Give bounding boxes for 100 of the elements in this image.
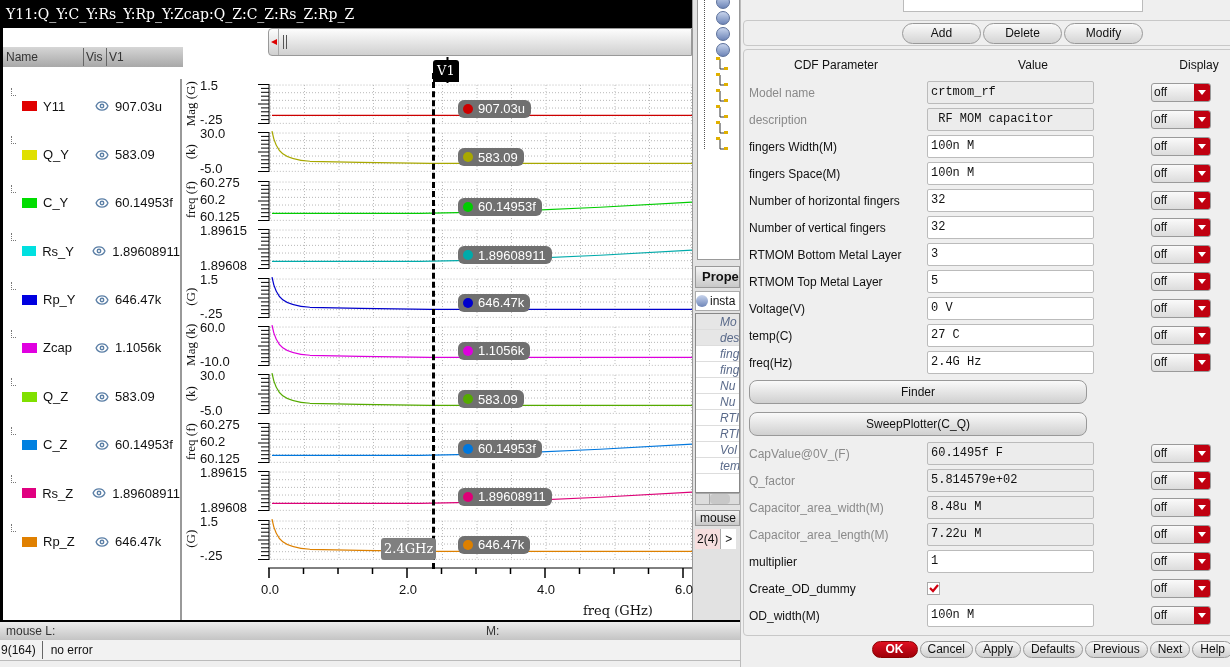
visibility-eye-icon[interactable] xyxy=(95,438,109,452)
dialog-button[interactable]: Next xyxy=(1149,640,1191,658)
display-dropdown[interactable]: off xyxy=(1151,606,1211,625)
trace-value: 1.89608911 xyxy=(112,242,180,261)
display-dropdown[interactable]: off xyxy=(1151,579,1211,598)
property-item[interactable]: Mo xyxy=(696,314,739,330)
tick-label: 1.89615 xyxy=(200,466,248,481)
value-field[interactable]: 60.1495f F xyxy=(927,442,1094,465)
status-message: no error xyxy=(49,642,93,659)
dialog-button[interactable]: Previous xyxy=(1084,640,1148,658)
value-field[interactable]: RF MOM capacitor xyxy=(927,108,1094,131)
value-field[interactable]: 100n M xyxy=(927,604,1094,627)
object-icon[interactable] xyxy=(716,43,730,57)
display-dropdown[interactable]: off xyxy=(1151,471,1211,490)
value-field[interactable]: 0 V xyxy=(927,297,1094,320)
display-dropdown[interactable]: off xyxy=(1151,191,1211,210)
dialog-button[interactable]: Help xyxy=(1192,640,1230,658)
display-dropdown[interactable]: off xyxy=(1151,299,1211,318)
tick-label: 60.2 xyxy=(200,435,227,449)
tick-label: 60.0 xyxy=(200,321,227,336)
property-item[interactable]: Nu xyxy=(696,378,739,394)
tree-connector-icon xyxy=(11,426,16,435)
scroll-bar[interactable] xyxy=(268,28,692,56)
dialog-button[interactable]: Cancel xyxy=(919,640,973,658)
visibility-eye-icon[interactable] xyxy=(92,486,107,501)
display-dropdown[interactable]: off xyxy=(1151,525,1211,544)
next-page-button[interactable]: > xyxy=(720,529,737,549)
property-item[interactable]: Nu xyxy=(696,394,739,410)
property-item[interactable]: RTI xyxy=(696,426,739,442)
ok-button[interactable]: OK xyxy=(871,640,918,658)
pin-icon[interactable] xyxy=(716,137,728,151)
cursor-label[interactable]: V1 xyxy=(433,60,459,82)
dialog-button[interactable]: Defaults xyxy=(1022,640,1083,658)
mouse-status: M: xyxy=(486,623,500,640)
display-dropdown[interactable]: off xyxy=(1151,353,1211,372)
display-dropdown[interactable]: off xyxy=(1151,218,1211,237)
display-dropdown[interactable]: off xyxy=(1151,272,1211,291)
display-dropdown[interactable]: off xyxy=(1151,245,1211,264)
trace-name: Rs_Z xyxy=(42,484,75,503)
property-item[interactable]: fing xyxy=(696,346,739,362)
value-field[interactable]: 5.814579e+02 xyxy=(927,469,1094,492)
pin-icon[interactable] xyxy=(716,73,728,87)
display-dropdown[interactable]: off xyxy=(1151,498,1211,517)
visibility-eye-icon[interactable] xyxy=(95,534,109,549)
pin-icon[interactable] xyxy=(716,57,728,71)
axis-ruler-icon xyxy=(258,519,270,560)
pin-icon[interactable] xyxy=(716,121,728,135)
grip-icon[interactable] xyxy=(283,35,287,49)
property-item[interactable]: Vol xyxy=(696,442,739,458)
display-dropdown[interactable]: off xyxy=(1151,552,1211,571)
display-dropdown[interactable]: off xyxy=(1151,326,1211,345)
trace-value: 60.14953f xyxy=(115,436,173,455)
pin-icon[interactable] xyxy=(716,105,728,119)
visibility-eye-icon[interactable] xyxy=(95,196,109,211)
value-field[interactable]: 32 xyxy=(927,189,1094,212)
visibility-eye-icon[interactable] xyxy=(95,292,109,307)
value-field[interactable]: 3 xyxy=(927,243,1094,266)
form-button[interactable]: SweepPlotter(C_Q) xyxy=(749,412,1087,436)
display-dropdown[interactable]: off xyxy=(1151,164,1211,183)
visibility-eye-icon[interactable] xyxy=(95,341,109,356)
arrow-left-icon[interactable] xyxy=(269,29,279,55)
display-dropdown[interactable]: off xyxy=(1151,137,1211,156)
visibility-eye-icon[interactable] xyxy=(92,244,107,259)
value-field[interactable]: 32 xyxy=(927,216,1094,239)
action-button[interactable]: Modify xyxy=(1064,22,1143,44)
action-button[interactable]: Delete xyxy=(983,22,1062,44)
value-field[interactable]: 1 xyxy=(927,550,1094,573)
value-field[interactable]: 8.48u M xyxy=(927,496,1094,519)
property-item[interactable]: tem xyxy=(696,458,739,474)
value-field[interactable]: 7.22u M xyxy=(927,523,1094,546)
value-field[interactable]: 2.4G Hz xyxy=(927,351,1094,374)
value-field[interactable]: 27 C xyxy=(927,324,1094,347)
checkbox[interactable] xyxy=(927,582,940,595)
x-axis-title: freq (GHz) xyxy=(583,602,653,620)
visibility-eye-icon[interactable] xyxy=(95,99,109,114)
value-field[interactable]: crtmom_rf xyxy=(927,81,1094,104)
display-dropdown[interactable]: off xyxy=(1151,444,1211,463)
object-icon[interactable] xyxy=(716,11,730,25)
property-item[interactable]: fing xyxy=(696,362,739,378)
action-button[interactable]: Add xyxy=(902,22,981,44)
axis-ruler-icon xyxy=(258,84,270,125)
panel-tab[interactable]: Prope xyxy=(695,266,740,288)
visibility-eye-icon[interactable] xyxy=(95,389,109,404)
trace-name: C_Y xyxy=(43,194,70,213)
trace-name: Rs_Y xyxy=(42,242,75,261)
display-dropdown[interactable]: off xyxy=(1151,83,1211,102)
marker-label: 60.14953f xyxy=(458,197,542,216)
object-icon[interactable] xyxy=(716,27,730,41)
property-item[interactable]: des xyxy=(696,330,739,346)
property-item[interactable]: RTI xyxy=(696,410,739,426)
value-field[interactable]: 5 xyxy=(927,270,1094,293)
value-field[interactable]: 100n M xyxy=(927,162,1094,185)
value-field[interactable]: 100n M xyxy=(927,135,1094,158)
scroll-bar[interactable] xyxy=(695,493,740,505)
display-dropdown[interactable]: off xyxy=(1151,110,1211,129)
panel-tab[interactable]: mouse xyxy=(695,510,740,526)
form-button[interactable]: Finder xyxy=(749,380,1087,404)
visibility-eye-icon[interactable] xyxy=(95,147,109,162)
pin-icon[interactable] xyxy=(716,89,728,103)
dialog-button[interactable]: Apply xyxy=(974,640,1021,658)
